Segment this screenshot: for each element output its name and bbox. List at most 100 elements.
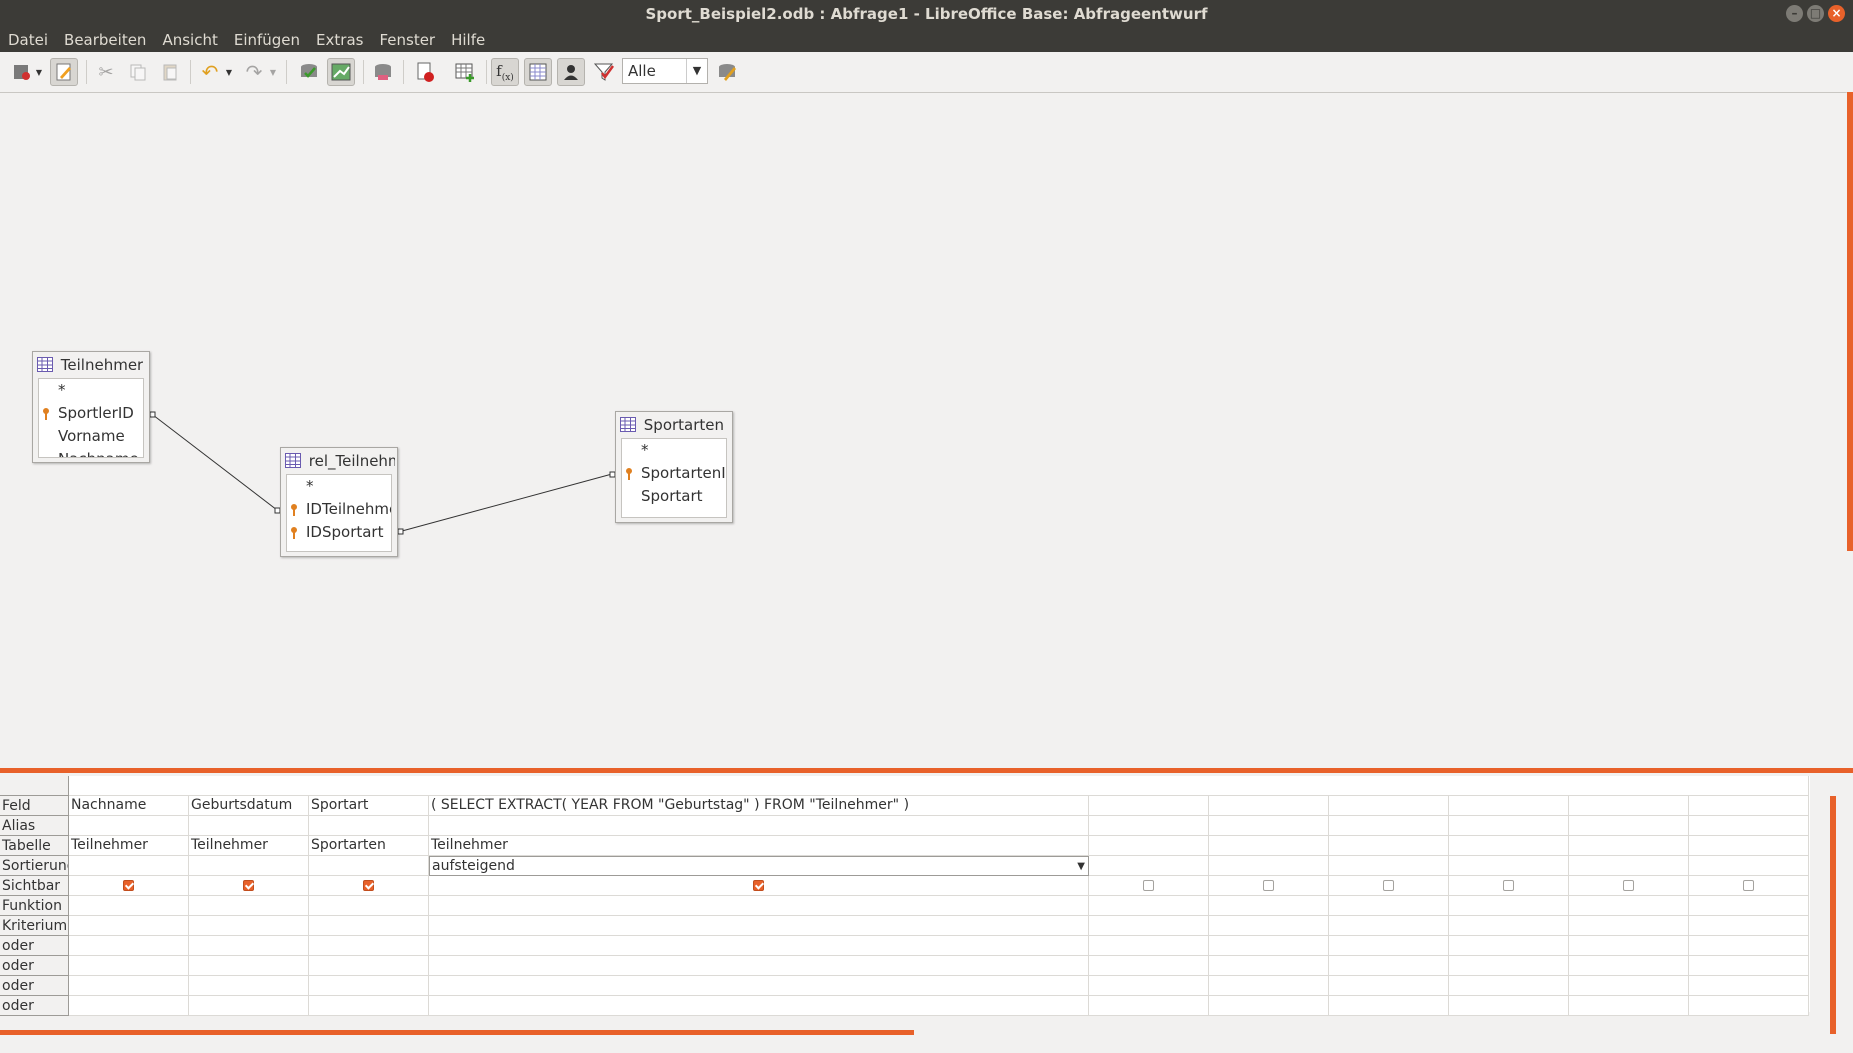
- or-cell[interactable]: [1089, 976, 1209, 996]
- or-cell[interactable]: [1449, 936, 1569, 956]
- undo-dropdown-icon[interactable]: ▼: [224, 58, 234, 86]
- visible-cell[interactable]: [1569, 876, 1689, 896]
- or-cell[interactable]: [69, 996, 189, 1016]
- functions-icon[interactable]: f(x): [491, 58, 519, 86]
- cut-icon[interactable]: ✂: [92, 58, 120, 86]
- alias-cell[interactable]: [1329, 816, 1449, 836]
- sql-view-icon[interactable]: [327, 58, 355, 86]
- or-cell[interactable]: [1689, 936, 1809, 956]
- or-cell[interactable]: [189, 956, 309, 976]
- save-icon[interactable]: [8, 58, 36, 86]
- table-cell[interactable]: Teilnehmer: [189, 836, 309, 856]
- or-cell[interactable]: [309, 976, 429, 996]
- alias-cell[interactable]: [1089, 816, 1209, 836]
- visible-cell[interactable]: [1209, 876, 1329, 896]
- splitter[interactable]: [0, 768, 1853, 773]
- alias-cell[interactable]: [1689, 816, 1809, 836]
- table-cell[interactable]: Teilnehmer: [69, 836, 189, 856]
- or-cell[interactable]: [1209, 936, 1329, 956]
- or-cell[interactable]: [429, 936, 1089, 956]
- function-cell[interactable]: [1089, 896, 1209, 916]
- table-design-area[interactable]: Teilnehmer * SportlerID Vorname Nachname…: [0, 92, 1846, 769]
- or-cell[interactable]: [1689, 996, 1809, 1016]
- redo-dropdown-icon[interactable]: ▼: [268, 58, 278, 86]
- alias-cell[interactable]: [1209, 816, 1329, 836]
- or-cell[interactable]: [1089, 936, 1209, 956]
- close-icon[interactable]: ×: [1828, 5, 1845, 22]
- criterion-cell[interactable]: [1449, 916, 1569, 936]
- or-cell[interactable]: [189, 976, 309, 996]
- visible-cell[interactable]: [189, 876, 309, 896]
- function-cell[interactable]: [309, 896, 429, 916]
- or-cell[interactable]: [1089, 996, 1209, 1016]
- or-cell[interactable]: [1569, 996, 1689, 1016]
- or-cell[interactable]: [189, 996, 309, 1016]
- sort-cell[interactable]: [1569, 856, 1689, 876]
- limit-combobox[interactable]: Alle ▼: [622, 58, 708, 84]
- table-window-sportarten[interactable]: Sportarten * SportartenID Sportart: [615, 411, 733, 523]
- copy-icon[interactable]: [124, 58, 152, 86]
- criterion-cell[interactable]: [429, 916, 1089, 936]
- or-cell[interactable]: [189, 936, 309, 956]
- field-cell[interactable]: [1449, 796, 1569, 816]
- sort-cell[interactable]: [1329, 856, 1449, 876]
- or-cell[interactable]: [309, 996, 429, 1016]
- add-table-icon[interactable]: [451, 58, 479, 86]
- field-cell[interactable]: Sportart: [309, 796, 429, 816]
- or-cell[interactable]: [429, 976, 1089, 996]
- sort-cell[interactable]: [1449, 856, 1569, 876]
- or-cell[interactable]: [429, 996, 1089, 1016]
- sort-cell[interactable]: [189, 856, 309, 876]
- criterion-cell[interactable]: [309, 916, 429, 936]
- menu-einfuegen[interactable]: Einfügen: [226, 28, 308, 52]
- undo-icon[interactable]: ↶: [196, 58, 224, 86]
- or-cell[interactable]: [1569, 956, 1689, 976]
- save-dropdown-icon[interactable]: ▼: [34, 58, 44, 86]
- or-cell[interactable]: [69, 976, 189, 996]
- or-cell[interactable]: [1209, 956, 1329, 976]
- field-cell[interactable]: [1569, 796, 1689, 816]
- table-cell[interactable]: [1089, 836, 1209, 856]
- field-cell[interactable]: [1329, 796, 1449, 816]
- table-cell[interactable]: [1209, 836, 1329, 856]
- visible-cell[interactable]: [429, 876, 1089, 896]
- field-cell[interactable]: [1689, 796, 1809, 816]
- or-cell[interactable]: [309, 936, 429, 956]
- visible-checkbox[interactable]: [123, 880, 134, 891]
- table-cell[interactable]: Teilnehmer: [429, 836, 1089, 856]
- criterion-cell[interactable]: [1089, 916, 1209, 936]
- or-cell[interactable]: [1209, 976, 1329, 996]
- table-window-rel-teilnehmer[interactable]: rel_Teilnehmer * IDTeilnehmer IDSportart: [280, 447, 398, 557]
- visible-cell[interactable]: [1689, 876, 1809, 896]
- visible-checkbox[interactable]: [1263, 880, 1274, 891]
- visible-checkbox[interactable]: [363, 880, 374, 891]
- or-cell[interactable]: [1449, 996, 1569, 1016]
- paste-icon[interactable]: [156, 58, 184, 86]
- field-list[interactable]: * IDTeilnehmer IDSportart: [286, 474, 392, 552]
- minimize-icon[interactable]: –: [1786, 5, 1803, 22]
- table-cell[interactable]: [1449, 836, 1569, 856]
- distinct-values-icon[interactable]: [590, 58, 618, 86]
- visible-checkbox[interactable]: [753, 880, 764, 891]
- visible-checkbox[interactable]: [1143, 880, 1154, 891]
- menu-bearbeiten[interactable]: Bearbeiten: [56, 28, 154, 52]
- visible-checkbox[interactable]: [1623, 880, 1634, 891]
- design-icon[interactable]: [713, 58, 741, 86]
- field-cell[interactable]: Nachname: [69, 796, 189, 816]
- or-cell[interactable]: [69, 936, 189, 956]
- or-cell[interactable]: [1209, 996, 1329, 1016]
- criterion-cell[interactable]: [189, 916, 309, 936]
- function-cell[interactable]: [1209, 896, 1329, 916]
- sort-cell[interactable]: [69, 856, 189, 876]
- design-area-scrollbar[interactable]: [1847, 92, 1853, 551]
- alias-icon[interactable]: [557, 58, 585, 86]
- or-cell[interactable]: [429, 956, 1089, 976]
- or-cell[interactable]: [1329, 996, 1449, 1016]
- function-cell[interactable]: [1689, 896, 1809, 916]
- visible-checkbox[interactable]: [1383, 880, 1394, 891]
- criterion-cell[interactable]: [1689, 916, 1809, 936]
- visible-cell[interactable]: [309, 876, 429, 896]
- table-cell[interactable]: [1329, 836, 1449, 856]
- or-cell[interactable]: [1689, 956, 1809, 976]
- or-cell[interactable]: [1689, 976, 1809, 996]
